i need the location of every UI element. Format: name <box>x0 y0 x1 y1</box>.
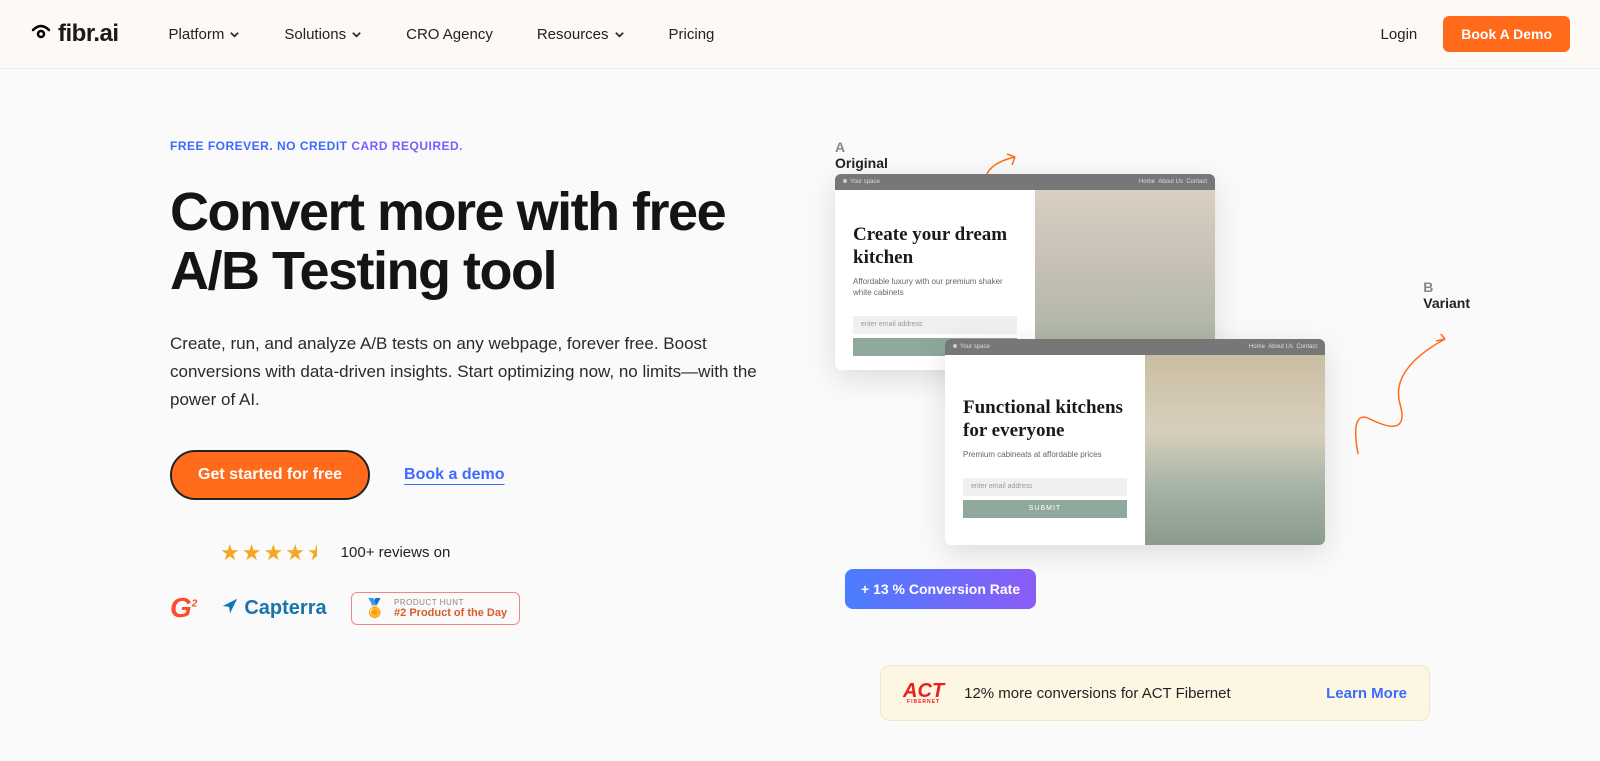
act-logo: ACT FIBERNET <box>903 682 944 705</box>
chevron-down-icon <box>351 29 362 40</box>
conversion-rate-badge: + 13 % Conversion Rate <box>845 569 1036 609</box>
brand-name: fibr.ai <box>58 20 119 48</box>
hero-section: FREE FOREVER. NO CREDIT CARD REQUIRED. C… <box>0 69 1600 665</box>
learn-more-link[interactable]: Learn More <box>1326 685 1407 702</box>
g2-badge-icon: G2 <box>170 592 197 624</box>
mockup-a-subtext: Affordable luxury with our premium shake… <box>853 276 1017 298</box>
arrow-swirl-icon <box>1340 334 1460 484</box>
case-study-banner: ACT FIBERNET 12% more conversions for AC… <box>880 665 1430 722</box>
variant-a-label: A Original <box>835 139 888 171</box>
nav-pricing[interactable]: Pricing <box>669 26 715 43</box>
hero-description: Create, run, and analyze A/B tests on an… <box>170 330 775 414</box>
site-header: fibr.ai Platform Solutions CRO Agency Re… <box>0 0 1600 69</box>
nav-solutions[interactable]: Solutions <box>284 26 362 43</box>
producthunt-badge: 🏅 PRODUCT HUNT #2 Product of the Day <box>351 592 521 625</box>
capterra-badge: Capterra <box>221 597 326 620</box>
badges-row: G2 Capterra 🏅 PRODUCT HUNT #2 Product of… <box>170 592 775 625</box>
reviews-count: 100+ reviews on <box>341 544 451 561</box>
brand-logo[interactable]: fibr.ai <box>30 20 119 49</box>
mockup-b-image <box>1145 355 1325 545</box>
mockup-variant: Your space Home About Us Contact Functio… <box>945 339 1325 545</box>
mockup-titlebar: Your space Home About Us Contact <box>945 339 1325 355</box>
mockup-b-heading: Functional kitchens for everyone <box>963 397 1127 443</box>
get-started-button[interactable]: Get started for free <box>170 450 370 500</box>
mockup-a-heading: Create your dream kitchen <box>853 224 1017 270</box>
nav-cro-agency[interactable]: CRO Agency <box>406 26 493 43</box>
banner-text: 12% more conversions for ACT Fibernet <box>964 685 1231 702</box>
hero-cta-row: Get started for free Book a demo <box>170 450 775 500</box>
mockup-b-submit: SUBMIT <box>963 500 1127 518</box>
medal-icon: 🏅 <box>364 598 386 619</box>
chevron-down-icon <box>614 29 625 40</box>
logo-icon <box>30 20 52 49</box>
variant-b-label: B Variant <box>1423 279 1470 311</box>
header-actions: Login Book A Demo <box>1381 16 1570 52</box>
hero-tagline: FREE FOREVER. NO CREDIT CARD REQUIRED. <box>170 139 775 153</box>
book-demo-button[interactable]: Book A Demo <box>1443 16 1570 52</box>
hero-text-column: FREE FOREVER. NO CREDIT CARD REQUIRED. C… <box>170 139 775 625</box>
book-demo-link[interactable]: Book a demo <box>404 466 504 484</box>
banner-container: ACT FIBERNET 12% more conversions for AC… <box>0 665 1600 761</box>
reviews-row: ★★★★★ 100+ reviews on <box>220 540 775 566</box>
mockup-a-image <box>1035 190 1215 350</box>
main-nav: Platform Solutions CRO Agency Resources … <box>169 26 715 43</box>
mockup-b-subtext: Premium cabineats at affordable prices <box>963 449 1127 460</box>
mockup-a-input: enter email address <box>853 316 1017 334</box>
nav-platform[interactable]: Platform <box>169 26 241 43</box>
hero-preview-column: A Original Your space Home About Us Cont… <box>835 139 1440 625</box>
chevron-down-icon <box>229 29 240 40</box>
login-link[interactable]: Login <box>1381 26 1418 43</box>
nav-resources[interactable]: Resources <box>537 26 625 43</box>
mockup-b-input: enter email address <box>963 478 1127 496</box>
capterra-icon <box>221 597 239 620</box>
hero-heading: Convert more with free A/B Testing tool <box>170 183 775 302</box>
star-rating-icon: ★★★★★ <box>220 540 327 566</box>
mockup-titlebar: Your space Home About Us Contact <box>835 174 1215 190</box>
